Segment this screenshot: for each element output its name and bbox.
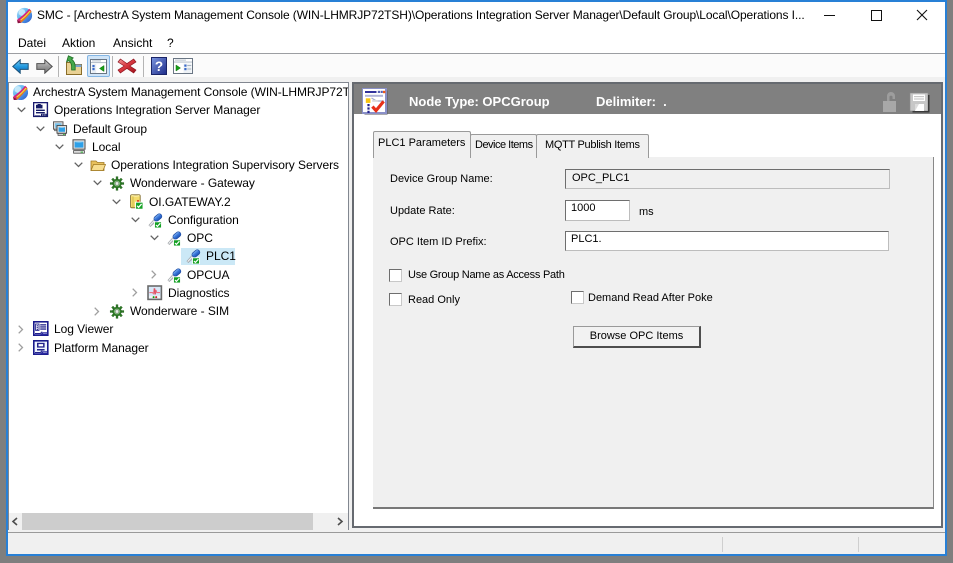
svg-text:?: ? xyxy=(155,59,163,74)
